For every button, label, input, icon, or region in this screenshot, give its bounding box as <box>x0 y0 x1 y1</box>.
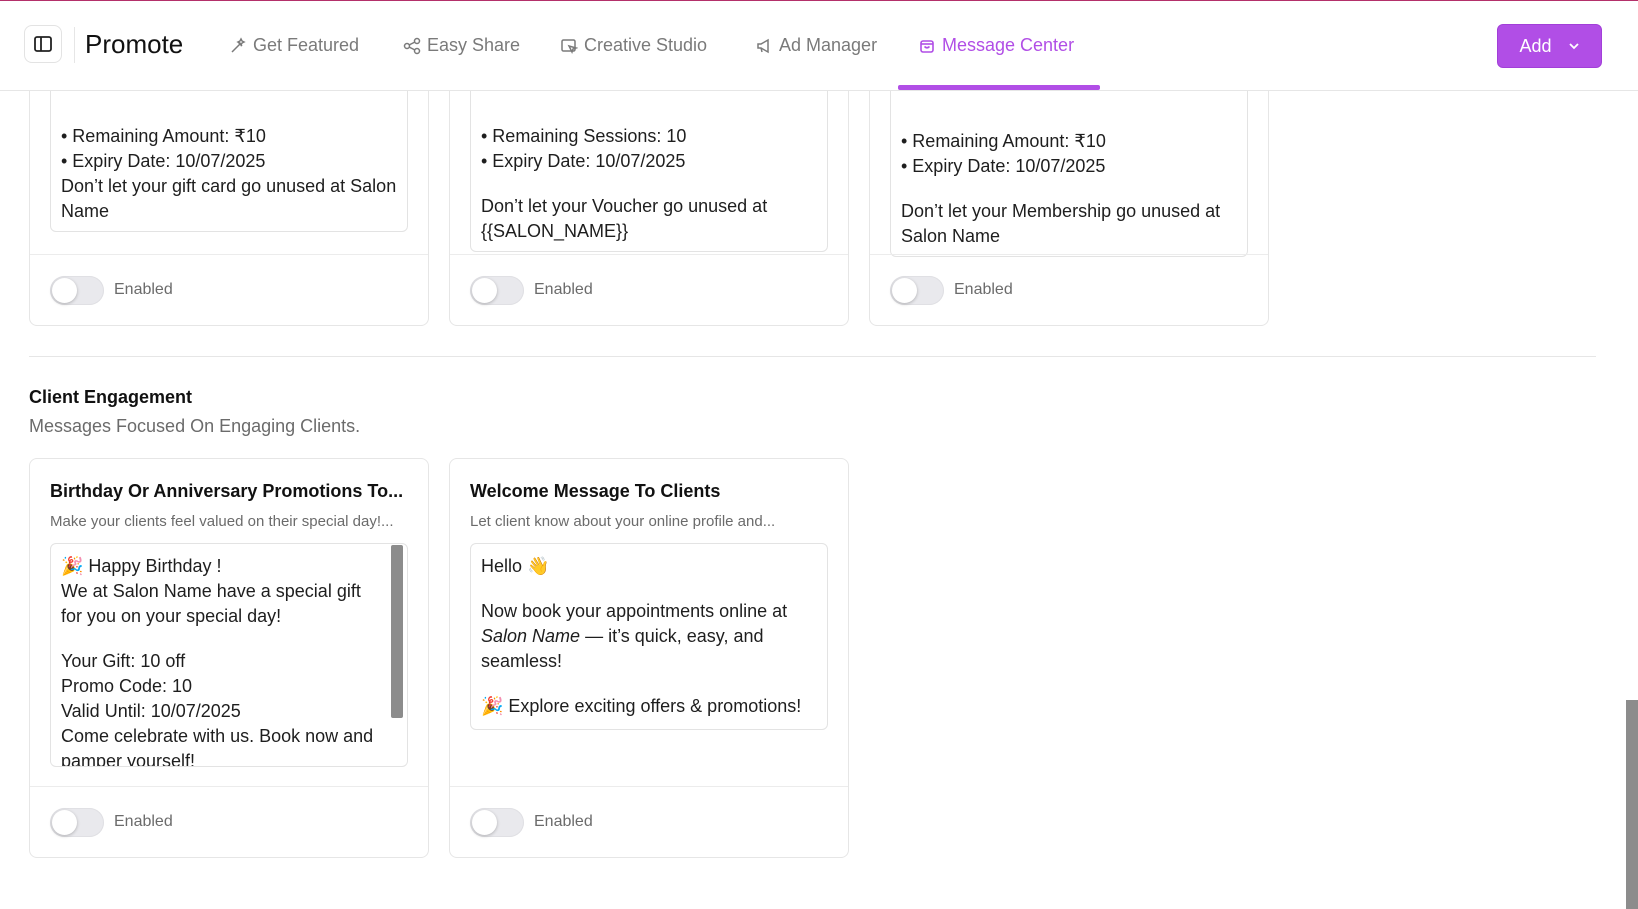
card-description: Let client know about your online profil… <box>470 513 776 530</box>
message-greeting: Hello 👋 <box>481 556 550 576</box>
card-footer: Enabled <box>870 254 1268 325</box>
tab-creative-studio[interactable]: Creative Studio <box>560 1 707 90</box>
tab-label: Ad Manager <box>779 35 878 55</box>
sidebar-icon <box>34 36 52 52</box>
toggle-label: Enabled <box>534 281 593 298</box>
tab-get-featured[interactable]: Get Featured <box>229 1 359 90</box>
tab-message-center[interactable]: Message Center <box>918 1 1074 90</box>
message-preview[interactable]: 🎉 Happy Birthday ! We at Salon Name have… <box>50 543 408 767</box>
toggle-knob <box>892 277 917 303</box>
message-closing: Come celebrate with us. Book now and pam… <box>61 726 374 767</box>
share-icon <box>403 37 421 54</box>
header-divider <box>74 27 75 63</box>
message-body: We at Salon Name have a special gift for… <box>61 581 361 626</box>
message-line: Don’t let your Voucher go unused at {{SA… <box>481 196 768 241</box>
message-line: Don’t let your Membership go unused at S… <box>901 201 1221 246</box>
toggle-label: Enabled <box>954 281 1013 298</box>
message-promo: 🎉 Explore exciting offers & promotions! <box>481 696 802 716</box>
sidebar-toggle-button[interactable] <box>24 25 62 63</box>
message-body-prefix: Now book your appointments online at <box>481 601 788 621</box>
message-preview: • Remaining Amount: ₹10 • Expiry Date: 1… <box>890 85 1248 257</box>
message-line: Don’t let your gift card go unused at Sa… <box>61 176 397 221</box>
card-description: Make your clients feel valued on their s… <box>50 513 394 530</box>
top-navigation-bar: Promote Get Featured Easy Share Creative… <box>0 1 1638 91</box>
active-tab-indicator <box>898 85 1100 90</box>
toggle-knob <box>52 809 77 835</box>
shopping-bag-icon <box>920 39 934 53</box>
toggle-label: Enabled <box>114 281 173 298</box>
message-promo-code: Promo Code: 10 <box>61 676 193 696</box>
add-button-label: Add <box>1519 35 1552 56</box>
tab-label: Creative Studio <box>584 35 708 55</box>
enable-toggle[interactable] <box>470 807 524 837</box>
message-line: • Remaining Amount: ₹10 <box>901 131 1106 151</box>
message-greeting: 🎉 Happy Birthday ! <box>61 556 222 576</box>
section-divider <box>29 356 1596 357</box>
message-gift: Your Gift: 10 off <box>61 651 186 671</box>
tab-ad-manager[interactable]: Ad Manager <box>755 1 877 90</box>
design-icon <box>561 38 578 54</box>
card-footer: Enabled <box>30 786 428 857</box>
chevron-down-icon <box>1568 43 1579 50</box>
page-scrollbar[interactable] <box>1626 700 1638 909</box>
toggle-knob <box>472 277 497 303</box>
toggle-knob <box>472 809 497 835</box>
birthday-promotion-card: Birthday Or Anniversary Promotions To...… <box>29 458 429 858</box>
message-line: • Remaining Sessions: 10 <box>481 126 687 146</box>
toggle-knob <box>52 277 77 303</box>
message-body: Now book your appointments online at Salo… <box>481 599 817 674</box>
tab-label: Easy Share <box>427 35 521 55</box>
message-valid-until: Valid Until: 10/07/2025 <box>61 701 241 721</box>
page-title: Promote <box>85 29 184 59</box>
toggle-label: Enabled <box>114 813 173 830</box>
section-title: Client Engagement <box>29 387 193 407</box>
preview-scrollbar[interactable] <box>391 545 403 718</box>
sparkle-pen-icon <box>231 36 246 53</box>
message-preview: • Remaining Sessions: 10 • Expiry Date: … <box>470 85 828 252</box>
message-preview[interactable]: Hello 👋 Now book your appointments onlin… <box>470 543 828 730</box>
message-line: • Expiry Date: 10/07/2025 <box>481 151 686 171</box>
salon-name: Salon Name <box>481 626 581 646</box>
enable-toggle[interactable] <box>50 275 104 305</box>
tab-easy-share[interactable]: Easy Share <box>403 1 520 90</box>
message-preview: • Remaining Amount: ₹10 • Expiry Date: 1… <box>50 85 408 232</box>
section-subtitle: Messages Focused On Engaging Clients. <box>29 416 361 436</box>
toggle-label: Enabled <box>534 813 593 830</box>
tab-label: Get Featured <box>253 35 360 55</box>
megaphone-icon <box>757 38 769 53</box>
welcome-message-card: Welcome Message To Clients Let client kn… <box>449 458 849 858</box>
enable-toggle[interactable] <box>890 275 944 305</box>
card-title: Welcome Message To Clients <box>470 481 721 501</box>
enable-toggle[interactable] <box>470 275 524 305</box>
card-title: Birthday Or Anniversary Promotions To... <box>50 481 404 501</box>
message-line: • Expiry Date: 10/07/2025 <box>61 151 266 171</box>
card-footer: Enabled <box>450 254 848 325</box>
enable-toggle[interactable] <box>50 807 104 837</box>
card-footer: Enabled <box>450 786 848 857</box>
tab-label: Message Center <box>942 35 1075 55</box>
message-line: • Remaining Amount: ₹10 <box>61 126 266 146</box>
message-line: • Expiry Date: 10/07/2025 <box>901 156 1106 176</box>
add-button[interactable]: Add <box>1497 24 1602 68</box>
card-footer: Enabled <box>30 254 428 325</box>
